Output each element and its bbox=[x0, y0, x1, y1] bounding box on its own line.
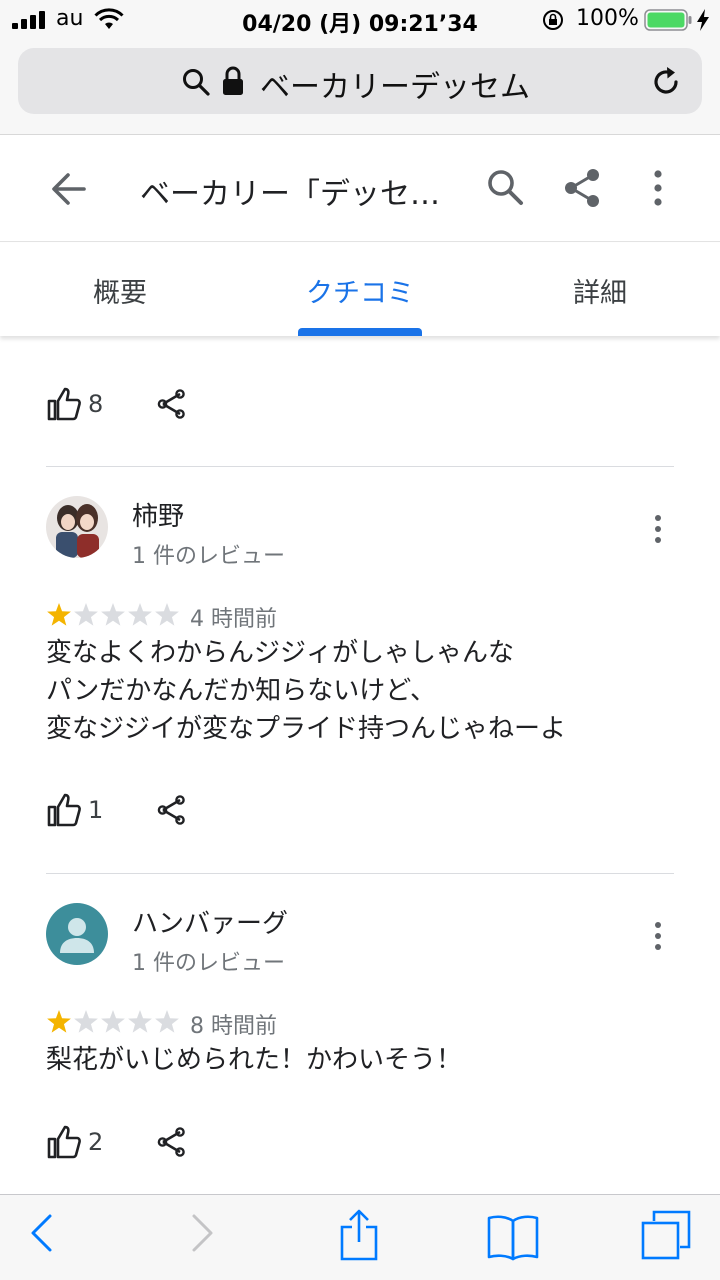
tabs-icon[interactable] bbox=[640, 1209, 692, 1261]
share-icon[interactable] bbox=[156, 794, 186, 826]
review-actions: 2 bbox=[46, 1124, 246, 1164]
star-rating bbox=[47, 1010, 179, 1033]
review-text-line: パンだかなんだか知らないけど、 bbox=[46, 676, 437, 706]
lock-icon bbox=[223, 66, 243, 95]
star-empty-icon bbox=[128, 1010, 152, 1033]
thumb-up-icon[interactable] bbox=[46, 792, 82, 828]
thumb-up-icon[interactable] bbox=[46, 386, 82, 422]
active-tab-indicator bbox=[298, 328, 422, 336]
like-count: 8 bbox=[88, 390, 102, 418]
star-empty-icon bbox=[101, 603, 125, 626]
share-sheet-icon[interactable] bbox=[338, 1209, 380, 1261]
review-text: 変なよくわからんジジィがしゃしゃんな パンだかなんだか知らないけど、 変なジジイ… bbox=[46, 634, 686, 748]
review-actions: 1 bbox=[46, 792, 246, 832]
charging-icon bbox=[697, 9, 709, 31]
battery-icon bbox=[644, 9, 692, 31]
star-filled-icon bbox=[47, 603, 71, 626]
reload-icon[interactable] bbox=[650, 66, 682, 98]
like-count: 1 bbox=[88, 796, 102, 824]
chevron-right-icon[interactable] bbox=[190, 1213, 216, 1253]
status-bar: au 04/20 (月) 09:21’34 100% bbox=[0, 0, 720, 40]
thumb-up-icon[interactable] bbox=[46, 1124, 82, 1160]
review-text-line: 変なよくわからんジジィがしゃしゃんな bbox=[46, 638, 515, 668]
star-filled-icon bbox=[47, 1010, 71, 1033]
review-time: 8 時間前 bbox=[190, 1014, 277, 1039]
star-empty-icon bbox=[128, 603, 152, 626]
review-text: 梨花がいじめられた！かわいそう！ bbox=[46, 1041, 686, 1079]
browser-toolbar bbox=[0, 1194, 720, 1280]
tab-details[interactable]: 詳細 bbox=[480, 271, 720, 310]
search-icon bbox=[183, 69, 210, 96]
more-vert-icon[interactable] bbox=[648, 168, 668, 208]
app-header: ベーカリー「デッセ… bbox=[0, 136, 720, 242]
page-title: ベーカリー「デッセ… bbox=[140, 177, 440, 212]
reviewer-review-count: 1 件のレビュー bbox=[132, 951, 285, 976]
review-text-line: 変なジジイが変なプライド持つんじゃねーよ bbox=[46, 714, 567, 744]
chevron-left-icon[interactable] bbox=[28, 1213, 54, 1253]
star-empty-icon bbox=[155, 1010, 179, 1033]
address-bar[interactable]: ベーカリーデッセム bbox=[18, 48, 702, 114]
more-vert-icon[interactable] bbox=[648, 514, 668, 544]
tab-bar: 概要 クチコミ 詳細 bbox=[0, 243, 720, 336]
reviewer-review-count: 1 件のレビュー bbox=[132, 544, 285, 569]
like-count: 2 bbox=[88, 1128, 102, 1156]
review-actions: 8 bbox=[46, 386, 246, 426]
reviews-list: 8 柿野 1 件のレビュー 4 時間前 変なよくわからんジジィがしゃしゃんな パ… bbox=[0, 336, 720, 1194]
avatar[interactable] bbox=[46, 496, 108, 558]
avatar[interactable] bbox=[46, 903, 108, 965]
share-icon[interactable] bbox=[156, 388, 186, 420]
tab-reviews[interactable]: クチコミ bbox=[240, 271, 480, 310]
star-empty-icon bbox=[101, 1010, 125, 1033]
more-vert-icon[interactable] bbox=[648, 921, 668, 951]
star-empty-icon bbox=[74, 603, 98, 626]
arrow-left-icon[interactable] bbox=[50, 170, 88, 208]
reviewer-name[interactable]: 柿野 bbox=[132, 496, 184, 533]
browser-address-area: ベーカリーデッセム bbox=[0, 40, 720, 135]
star-empty-icon bbox=[155, 603, 179, 626]
url-text: ベーカリーデッセム bbox=[260, 70, 530, 105]
share-icon[interactable] bbox=[562, 168, 602, 208]
battery-percent: 100% bbox=[576, 6, 639, 31]
bookmarks-icon[interactable] bbox=[486, 1213, 540, 1261]
review-text-line: 梨花がいじめられた！かわいそう！ bbox=[46, 1045, 463, 1075]
share-icon[interactable] bbox=[156, 1126, 186, 1158]
reviewer-name[interactable]: ハンバァーグ bbox=[132, 903, 288, 940]
review-time: 4 時間前 bbox=[190, 607, 277, 632]
star-empty-icon bbox=[74, 1010, 98, 1033]
star-rating bbox=[47, 603, 179, 626]
tab-overview[interactable]: 概要 bbox=[0, 271, 240, 310]
search-icon[interactable] bbox=[486, 168, 524, 206]
rotation-lock-icon bbox=[543, 10, 563, 30]
